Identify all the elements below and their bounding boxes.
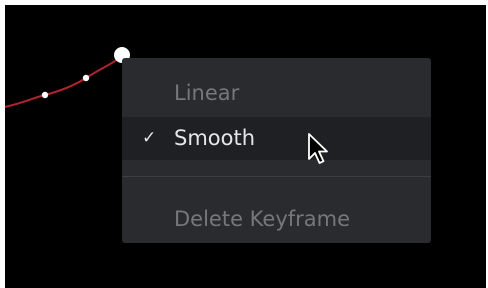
keyframe-point[interactable]	[41, 91, 49, 99]
keyframe-context-menu: Linear ✓ Smooth Delete Keyframe	[122, 58, 431, 243]
menu-item-label: Smooth	[174, 126, 256, 150]
menu-item-smooth[interactable]: ✓ Smooth	[122, 117, 431, 160]
curve-editor-canvas[interactable]: Linear ✓ Smooth Delete Keyframe	[5, 5, 486, 288]
menu-divider	[122, 176, 431, 177]
checkmark-icon: ✓	[142, 128, 157, 148]
menu-item-linear[interactable]: Linear	[122, 73, 431, 113]
menu-item-label: Delete Keyframe	[174, 207, 351, 231]
menu-item-delete-keyframe[interactable]: Delete Keyframe	[122, 199, 431, 239]
arrow-pointer-icon	[308, 133, 328, 164]
animation-curve	[5, 56, 122, 108]
keyframe-point[interactable]	[82, 74, 90, 82]
menu-item-label: Linear	[174, 81, 240, 105]
